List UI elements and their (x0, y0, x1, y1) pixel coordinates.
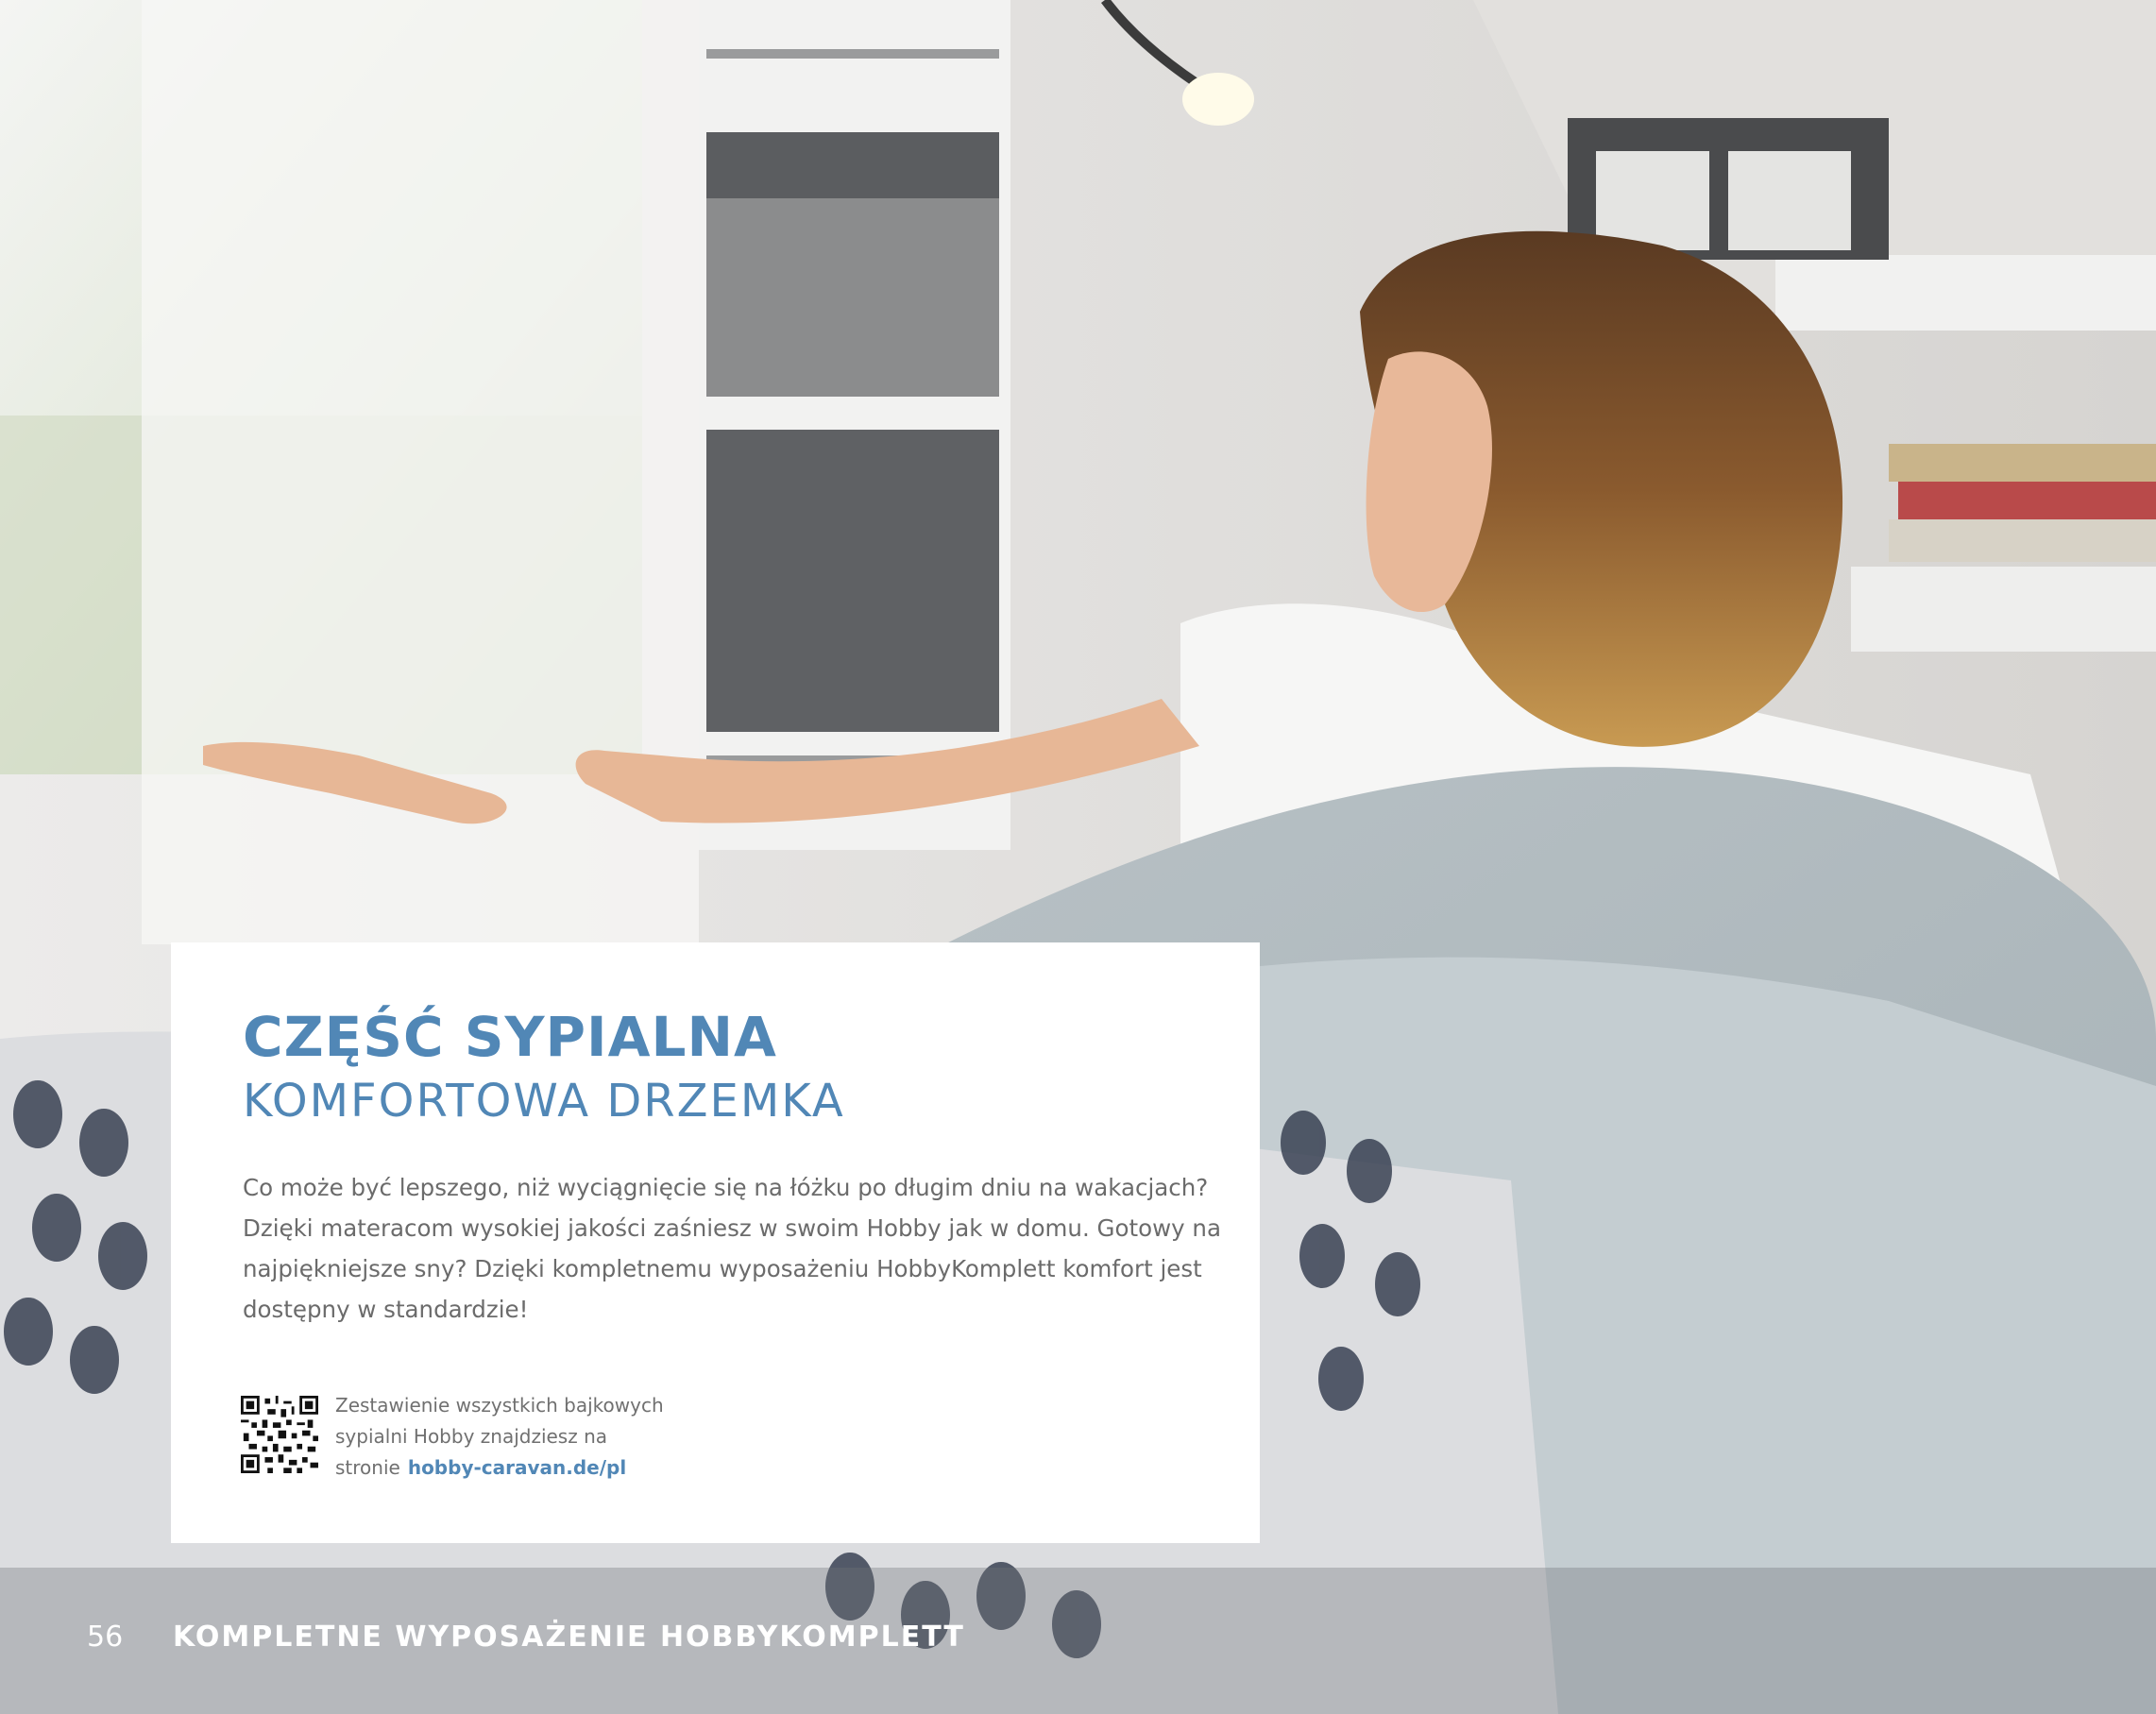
body-line: dostępny w standardzie! (243, 1296, 529, 1323)
qr-caption: Zestawienie wszystkich bajkowych sypialn… (335, 1390, 713, 1484)
body-line: Dzięki materacom wysokiej jakości zaśnie… (243, 1214, 1221, 1242)
section-subtitle: KOMFORTOWA DRZEMKA (243, 1075, 845, 1128)
qr-caption-prefix: stronie (335, 1456, 400, 1479)
footer-section-title: KOMPLETNE WYPOSAŻENIE HOBBYKOMPLETT (173, 1621, 965, 1654)
qr-caption-line: Zestawienie wszystkich bajkowych (335, 1394, 664, 1417)
body-line: najpiękniejsze sny? Dzięki kompletnemu w… (243, 1255, 1202, 1282)
body-paragraph: Co może być lepszego, niż wyciągnięcie s… (243, 1167, 1221, 1330)
qr-caption-line: sypialni Hobby znajdziesz na (335, 1425, 608, 1448)
section-title: CZĘŚĆ SYPIALNA (243, 1005, 777, 1069)
page-number: 56 (87, 1621, 124, 1654)
body-line: Co może być lepszego, niż wyciągnięcie s… (243, 1174, 1209, 1201)
qr-code-icon[interactable] (241, 1396, 318, 1473)
text-card: CZĘŚĆ SYPIALNA KOMFORTOWA DRZEMKA Co moż… (171, 942, 1260, 1543)
website-link[interactable]: hobby-caravan.de/pl (408, 1456, 626, 1479)
qr-caption-line-with-link: stronie hobby-caravan.de/pl (335, 1452, 713, 1484)
